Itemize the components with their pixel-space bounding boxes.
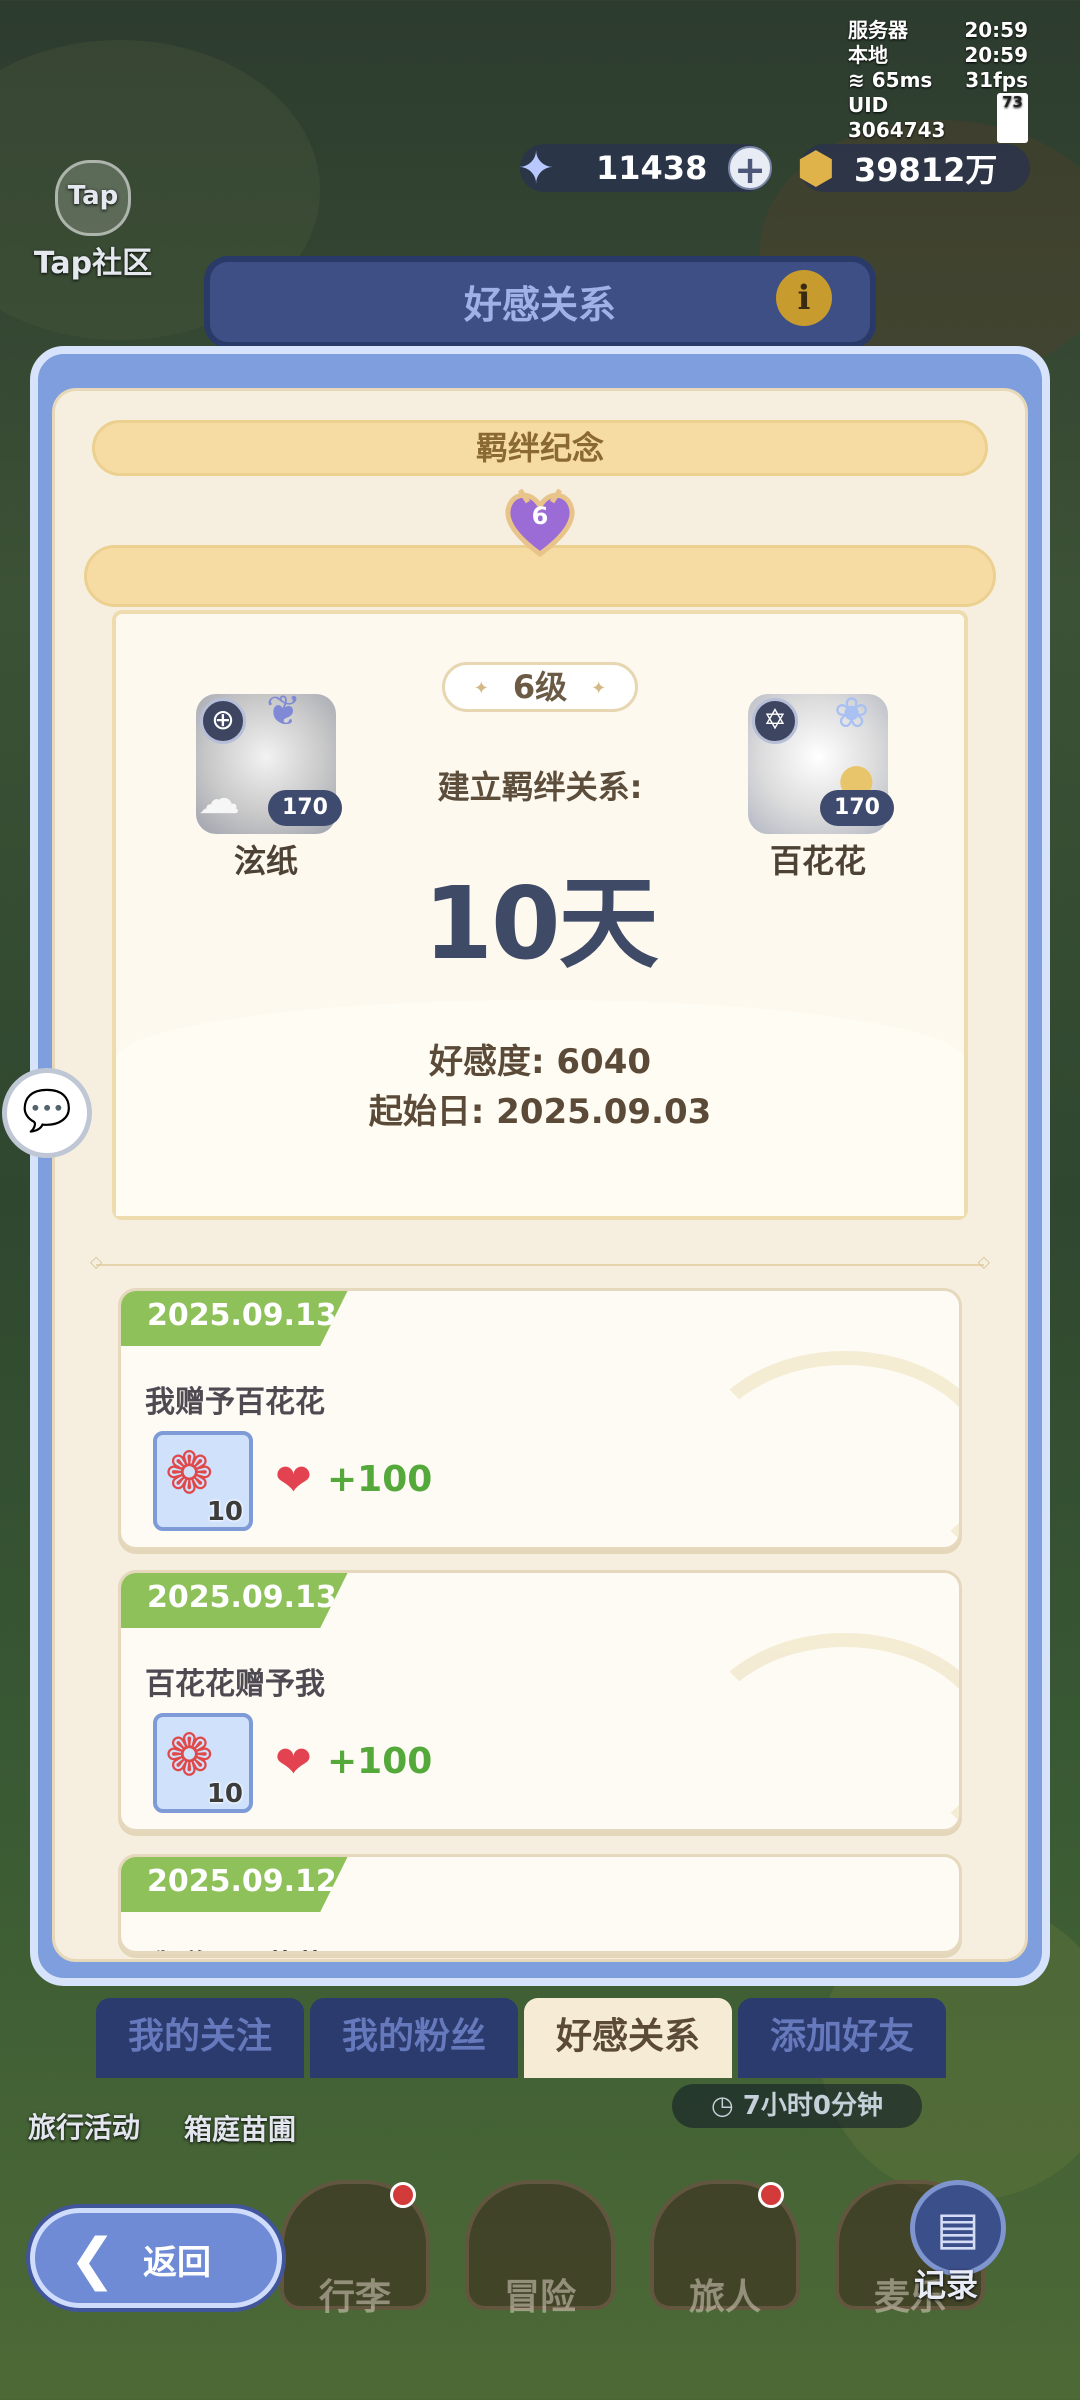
tap-logo-icon: Tap [55,160,131,236]
tab-affinity[interactable]: 好感关系 [524,1998,732,2078]
ping: 65ms [871,68,933,92]
notification-dot [758,2182,784,2208]
status-overlay: 服务器 20:59 本地 20:59 ≋ 65ms 31fps UID 3064743… [848,18,1028,143]
bond-level-pill: ✦ 6级 ✦ [442,662,638,712]
wifi-icon: ≋ [848,68,865,92]
star-icon: ✦ [517,142,555,194]
server-label: 服务器 [848,18,908,42]
record-label: 记录 [914,2266,979,2304]
left-player-avatar[interactable]: ⊕ ❦ ☁ 170 [196,686,342,834]
bow-icon: ❦ [266,686,302,735]
class-emblem-icon: ⊕ [200,698,246,744]
tab-following[interactable]: 我的关注 [96,1998,304,2078]
player-level: 170 [268,790,342,826]
start-date: 起始日: 2025.09.03 [368,1092,712,1132]
nav-adventure-label: 冒险 [503,2277,576,2318]
nav-traveler-label: 旅人 [688,2277,761,2318]
record-text: 我赠予百花花 [145,1941,325,1951]
item-count: 10 [206,1497,243,1527]
back-arrow-icon: ❮ [69,2227,116,2292]
moon-decoration [691,1351,959,1547]
fps: 31fps [965,68,1028,92]
affinity-value: 好感度: 6040 [428,1042,652,1082]
bond-established-label: 建立羁绊关系: [437,768,643,806]
right-player-name: 百花花 [769,842,866,880]
server-time: 20:59 [964,18,1028,42]
uid: UID 3064743 [848,93,946,142]
class-emblem-icon: ✡ [752,698,798,744]
gold-amount: 39812万 [854,151,998,189]
affinity-gain: +100 [327,1459,433,1500]
back-label: 返回 [143,2243,211,2283]
timer-text: 7小时0分钟 [742,2091,883,2121]
rabbit-icon: ❀ [834,688,870,737]
gift-record: 2025.09.13 百花花赠予我 ❁ 10 ❤ +100 [118,1570,962,1832]
record-text: 我赠予百花花 [145,1385,325,1420]
travel-activity-button[interactable]: 旅行活动 [28,2106,140,2146]
gold-coin-icon: ⬢ [796,142,836,194]
panel-title: 好感关系 [463,283,616,327]
heart-icon: ❤ [275,1737,312,1788]
rose-item[interactable]: ❁ 10 [153,1431,253,1531]
gold-currency: ⬢ 39812万 [797,143,1030,194]
bond-level-heart-icon: 6 [500,484,580,560]
item-count: 10 [206,1779,243,1809]
divider [90,1252,990,1271]
local-time: 20:59 [964,43,1028,67]
back-button[interactable]: ❮ 返回 [30,2208,282,2308]
left-player-name: 泫纸 [233,842,298,880]
notification-dot [390,2182,416,2208]
clock-icon: ◷ [711,2091,743,2121]
heart-icon: ❤ [275,1455,312,1506]
sheep-icon: ☁ [198,774,240,823]
player-level: 170 [820,790,894,826]
panel-title-bar: 好感关系 [210,262,870,342]
record-date: 2025.09.13 [121,1291,349,1346]
info-icon[interactable]: i [776,270,832,326]
affinity-gain: +100 [327,1741,433,1782]
section-header: 羁绊纪念 [92,420,988,476]
yard-nursery-button[interactable]: 箱庭苗圃 [184,2108,296,2148]
star-amount: 11438 [596,149,708,187]
nav-luggage-label: 行李 [318,2277,391,2318]
record-date: 2025.09.13 [121,1573,349,1628]
bond-days: 10天 [423,865,658,982]
record-date: 2025.09.12 [121,1857,349,1912]
right-player-avatar[interactable]: ✡ ❀ ● 170 [748,688,894,834]
record-text: 百花花赠予我 [145,1667,325,1702]
rose-item[interactable]: ❁ 10 [153,1713,253,1813]
add-currency-button[interactable]: + [728,146,772,192]
gift-record: 2025.09.12 我赠予百花花 [118,1854,962,1954]
tap-community-button[interactable]: Tap Tap社区 [28,160,158,282]
chat-icon[interactable]: 💬 [2,1068,92,1158]
event-timer: ◷ 7小时0分钟 [672,2084,922,2128]
friend-tabs: 我的关注 我的粉丝 好感关系 添加好友 [96,1998,946,2078]
gift-record: 2025.09.13 我赠予百花花 ❁ 10 ❤ +100 [118,1288,962,1550]
heart-level-number: 6 [531,502,549,530]
star-currency: ✦ 11438 + [518,143,772,194]
local-label: 本地 [848,43,888,67]
tab-add-friend[interactable]: 添加好友 [738,1998,946,2078]
tab-followers[interactable]: 我的粉丝 [310,1998,518,2078]
moon-decoration [691,1633,959,1829]
battery-icon: 73 [997,93,1028,143]
tap-label: Tap社区 [33,246,153,281]
bond-level-text: 6级 [512,668,568,706]
